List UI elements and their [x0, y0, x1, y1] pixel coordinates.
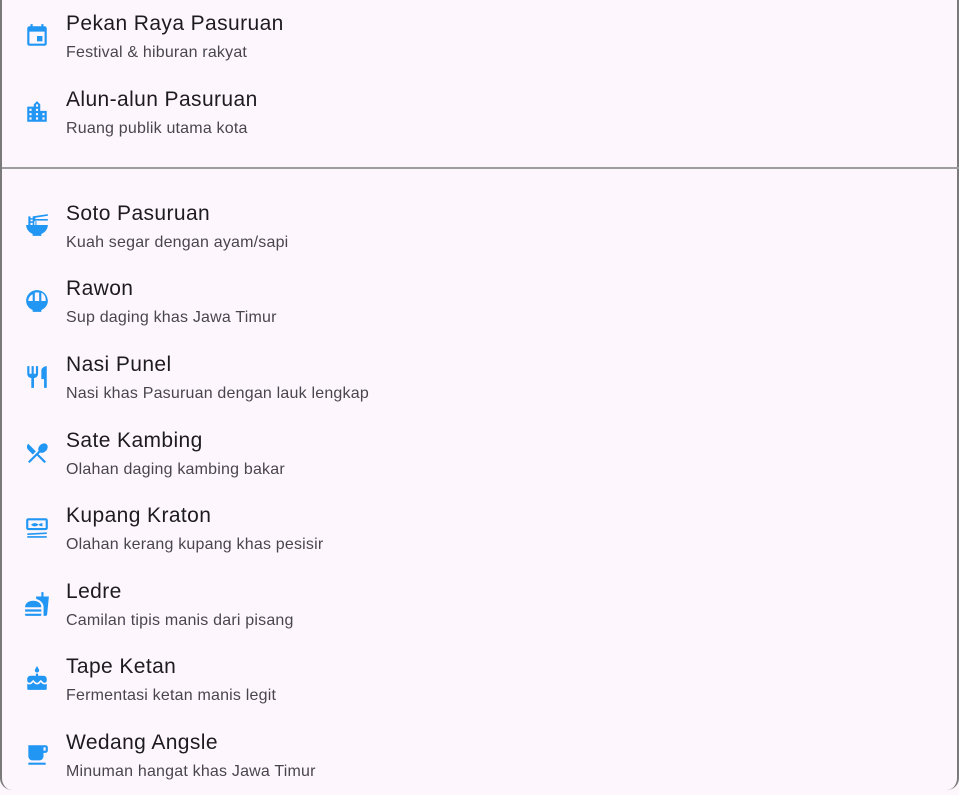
item-subtitle: Minuman hangat khas Jawa Timur	[66, 763, 316, 780]
item-subtitle: Olahan daging kambing bakar	[66, 461, 285, 478]
item-title: Kupang Kraton	[66, 504, 212, 527]
list-item-soto-pasuruan[interactable]: Soto Pasuruan Kuah segar dengan ayam/sap…	[2, 190, 957, 266]
item-subtitle: Festival & hiburan rakyat	[66, 44, 248, 61]
event-calendar-icon	[24, 23, 50, 49]
item-title: Ledre	[66, 580, 122, 603]
item-subtitle: Kuah segar dengan ayam/sapi	[66, 234, 289, 251]
item-title: Alun-alun Pasuruan	[66, 88, 258, 111]
item-subtitle: Camilan tipis manis dari pisang	[66, 612, 294, 629]
item-title: Tape Ketan	[66, 655, 177, 678]
restaurant-icon	[24, 364, 50, 390]
list-item-wedang-angsle[interactable]: Wedang Angsle Minuman hangat khas Jawa T…	[2, 719, 957, 795]
item-title: Sate Kambing	[66, 429, 203, 452]
set-meal-icon	[24, 515, 50, 541]
fastfood-icon	[24, 591, 50, 617]
item-title: Nasi Punel	[66, 353, 172, 376]
item-title: Wedang Angsle	[66, 731, 218, 754]
location-city-icon	[24, 99, 50, 125]
coffee-cup-icon	[24, 742, 50, 768]
list-item-nasi-punel[interactable]: Nasi Punel Nasi khas Pasuruan dengan lau…	[2, 341, 957, 417]
list-item-sate-kambing[interactable]: Sate Kambing Olahan daging kambing bakar	[2, 417, 957, 493]
dining-icon	[24, 440, 50, 466]
item-subtitle: Ruang publik utama kota	[66, 120, 248, 137]
list-item-kupang-kraton[interactable]: Kupang Kraton Olahan kerang kupang khas …	[2, 492, 957, 568]
cake-icon	[24, 666, 50, 692]
item-title: Pekan Raya Pasuruan	[66, 12, 284, 35]
item-subtitle: Fermentasi ketan manis legit	[66, 687, 277, 704]
section-divider	[2, 167, 959, 169]
item-subtitle: Olahan kerang kupang khas pesisir	[66, 536, 324, 553]
item-subtitle: Sup daging khas Jawa Timur	[66, 309, 277, 326]
list-item-tape-ketan[interactable]: Tape Ketan Fermentasi ketan manis legit	[2, 643, 957, 719]
list-panel: Pekan Raya Pasuruan Festival & hiburan r…	[0, 0, 959, 790]
item-title: Soto Pasuruan	[66, 202, 211, 225]
item-subtitle: Nasi khas Pasuruan dengan lauk lengkap	[66, 385, 369, 402]
list-item-alun-alun[interactable]: Alun-alun Pasuruan Ruang publik utama ko…	[2, 76, 957, 152]
list-item-rawon[interactable]: Rawon Sup daging khas Jawa Timur	[2, 265, 957, 341]
item-title: Rawon	[66, 277, 134, 300]
ramen-bowl-icon	[24, 212, 50, 238]
rice-bowl-icon	[24, 288, 50, 314]
list-item-pekan-raya[interactable]: Pekan Raya Pasuruan Festival & hiburan r…	[2, 0, 957, 76]
list-item-ledre[interactable]: Ledre Camilan tipis manis dari pisang	[2, 568, 957, 644]
